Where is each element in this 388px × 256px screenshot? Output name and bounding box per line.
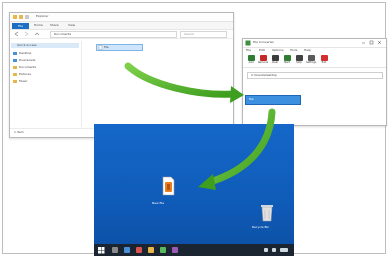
drag-arrow-top-head bbox=[230, 86, 244, 103]
drag-arrow-top bbox=[124, 62, 237, 98]
flow-arrows bbox=[124, 62, 276, 190]
drag-arrow-bottom-head bbox=[198, 174, 216, 190]
drag-arrow-bottom bbox=[206, 108, 276, 186]
